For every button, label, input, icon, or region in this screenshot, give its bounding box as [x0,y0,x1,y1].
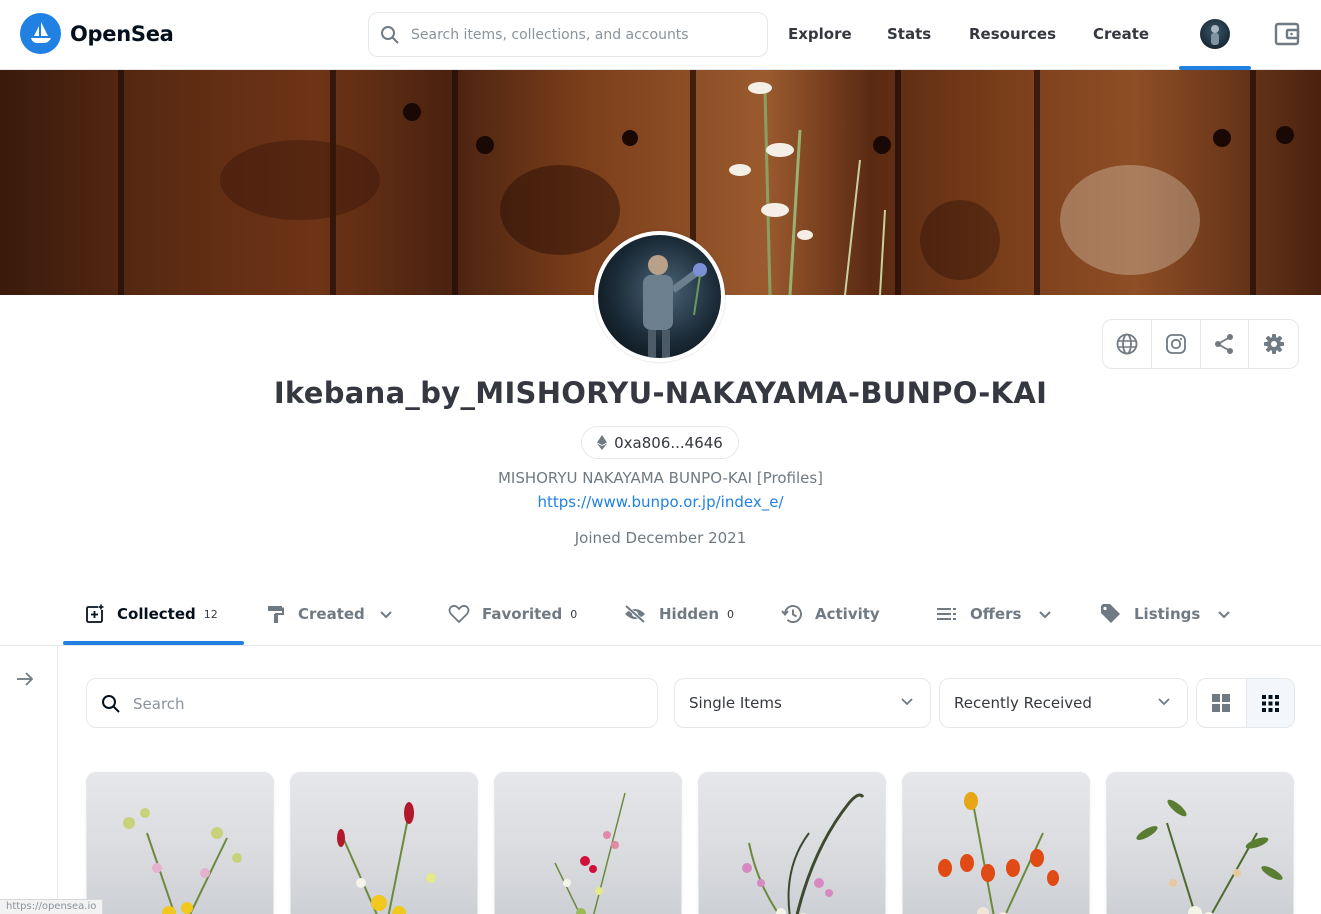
item-type-select[interactable]: Single Items [674,678,931,728]
profile-avatar [594,231,725,362]
tab-offers-label: Offers [970,605,1022,623]
chevron-down-icon [1038,610,1052,619]
list-icon [936,604,958,624]
active-tab-indicator [63,641,244,645]
nft-card[interactable] [1106,772,1294,914]
tab-created[interactable]: Created [266,583,393,645]
tab-created-label: Created [298,605,365,623]
tab-listings[interactable]: Listings [1100,583,1231,645]
chevron-down-icon [1217,610,1231,619]
sort-select[interactable]: Recently Received [939,678,1188,728]
chevron-down-icon [1158,698,1170,706]
tab-activity[interactable]: Activity [781,583,880,645]
nft-card[interactable] [698,772,886,914]
chevron-down-icon [379,610,393,619]
chevron-down-icon [901,698,913,706]
tab-favorited-label: Favorited [482,605,563,623]
global-search-input[interactable] [411,23,751,47]
nft-card[interactable] [902,772,1090,914]
tab-collected-count: 12 [203,607,218,621]
profile-actions [1102,319,1299,369]
website-button[interactable] [1103,320,1152,368]
opensea-logo-text: OpenSea [70,21,174,46]
top-header: OpenSea Explore Stats Resources Create [0,0,1321,70]
account-avatar[interactable] [1200,19,1230,49]
joined-date: Joined December 2021 [574,529,747,547]
large-grid-view-button[interactable] [1197,679,1246,727]
items-search[interactable] [86,678,658,728]
nav-resources[interactable]: Resources [969,0,1056,68]
nft-card[interactable] [86,772,274,914]
wallet-address: 0xa806...4646 [614,433,723,452]
nav-explore[interactable]: Explore [788,0,852,68]
global-search[interactable] [368,12,768,57]
ethereum-icon [597,435,608,450]
small-grid-icon [1261,694,1279,712]
nft-card[interactable] [494,772,682,914]
tab-collected[interactable]: Collected 12 [85,583,218,645]
search-icon [381,26,399,44]
heart-icon [448,604,470,624]
eye-off-icon [623,604,647,624]
settings-button[interactable] [1249,320,1298,368]
tab-offers[interactable]: Offers [936,583,1052,645]
tab-favorited[interactable]: Favorited 0 [448,583,577,645]
view-toggle [1196,678,1295,728]
items-search-input[interactable] [133,692,633,716]
expand-filters-arrow-icon[interactable] [15,669,35,689]
gear-icon [1263,334,1284,354]
nav-create[interactable]: Create [1093,0,1149,68]
status-bar-url: https://opensea.io [0,899,104,914]
profile-name: Ikebana_by_MISHORYU-NAKAYAMA-BUNPO-KAI [273,376,1048,410]
search-icon [102,695,120,713]
share-icon [1215,334,1234,354]
sort-value: Recently Received [954,694,1092,712]
opensea-logo-icon [20,13,61,54]
instagram-button[interactable] [1152,320,1201,368]
history-icon [781,604,803,624]
tab-hidden[interactable]: Hidden 0 [623,583,734,645]
tab-favorited-count: 0 [570,607,578,621]
tab-hidden-label: Hidden [659,605,720,623]
profile-tabs: Collected 12 Created Favorited 0 Hidden … [0,583,1321,646]
tag-icon [1100,604,1122,624]
item-type-value: Single Items [689,694,782,712]
tab-collected-label: Collected [117,605,196,623]
globe-icon [1116,333,1138,355]
tab-activity-label: Activity [815,605,880,623]
nft-card[interactable] [290,772,478,914]
wallet-address-pill[interactable]: 0xa806...4646 [581,426,739,459]
wallet-icon[interactable] [1274,21,1301,47]
tab-listings-label: Listings [1134,605,1201,623]
tab-hidden-count: 0 [727,607,735,621]
share-button[interactable] [1201,320,1250,368]
instagram-icon [1165,334,1186,354]
profile-bio: MISHORYU NAKAYAMA BUNPO-KAI [Profiles] [497,469,824,487]
profile-website-link[interactable]: https://www.bunpo.or.jp/index_e/ [0,493,1321,511]
collected-icon [85,604,105,624]
large-grid-icon [1212,694,1231,712]
nav-stats[interactable]: Stats [887,0,931,68]
paint-roller-icon [266,604,286,624]
sidebar-divider [57,646,58,914]
small-grid-view-button[interactable] [1245,679,1294,727]
opensea-logo[interactable]: OpenSea [20,13,174,54]
